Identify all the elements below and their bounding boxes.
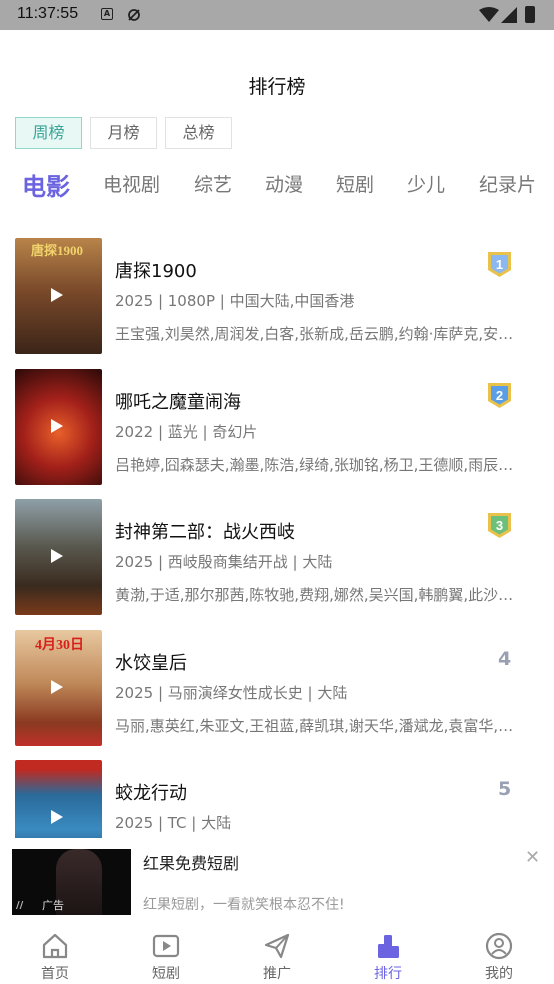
movie-title[interactable]: 唐探1900	[115, 257, 197, 283]
movie-title[interactable]: 水饺皇后	[115, 649, 187, 675]
movie-title[interactable]: 哪吒之魔童闹海	[115, 388, 241, 414]
movie-cast: 马丽,惠英红,朱亚文,王祖蓝,薛凯琪,谢天华,潘斌龙,袁富华,…	[115, 717, 514, 735]
status-bar: 11:37:55 A	[0, 0, 554, 30]
category-tab-documentary[interactable]: 纪录片	[479, 170, 536, 197]
ranking-item[interactable]: 4月30日 水饺皇后 2025 | 马丽演绎女性成长史 | 大陆 马丽,惠英红,…	[0, 630, 554, 748]
ad-banner[interactable]: // 广告 红果免费短剧 红果短剧，一看就笑根本忍不住! ✕	[0, 838, 554, 920]
movie-title[interactable]: 蛟龙行动	[115, 779, 187, 805]
movie-cast: 王宝强,刘昊然,周润发,白客,张新成,岳云鹏,约翰·库萨克,安…	[115, 325, 514, 343]
nav-label: 推广	[263, 966, 291, 982]
play-icon	[51, 810, 63, 824]
ranking-item[interactable]: 唐探1900 唐探1900 2025 | 1080P | 中国大陆,中国香港 王…	[0, 238, 554, 356]
page-title: 排行榜	[248, 76, 306, 98]
category-tab-movie[interactable]: 电影	[22, 167, 70, 202]
tab-all-time[interactable]: 总榜	[165, 117, 232, 149]
notification-a-icon: A	[101, 8, 113, 20]
nav-label: 短剧	[152, 966, 180, 982]
poster-text: 4月30日	[35, 638, 84, 653]
nav-item-promote[interactable]: 推广	[237, 920, 317, 984]
nav-item-home[interactable]: 首页	[15, 920, 95, 984]
profile-icon	[485, 932, 513, 960]
ranking-item[interactable]: 哪吒之魔童闹海 2022 | 蓝光 | 奇幻片 吕艳婷,囧森瑟夫,瀚墨,陈浩,绿…	[0, 369, 554, 487]
video-icon	[152, 934, 180, 958]
rank-badge-number: 3	[496, 518, 503, 533]
nav-item-profile[interactable]: 我的	[459, 920, 539, 984]
rank-number: 4	[498, 648, 512, 670]
rank-badge-silver-icon: 2	[487, 381, 512, 409]
rank-badge-bronze-icon: 3	[487, 511, 512, 539]
category-tab-variety[interactable]: 综艺	[194, 170, 232, 197]
tab-monthly[interactable]: 月榜	[90, 117, 157, 149]
movie-cast: 黄渤,于适,那尔那茜,陈牧驰,费翔,娜然,吴兴国,韩鹏翼,此沙…	[115, 586, 514, 604]
tab-weekly[interactable]: 周榜	[15, 117, 82, 149]
play-icon	[51, 680, 63, 694]
nav-item-short-drama[interactable]: 短剧	[126, 920, 206, 984]
bottom-nav: 首页 短剧 推广 排行 我的	[0, 920, 554, 984]
nav-item-ranking[interactable]: 排行	[348, 920, 428, 984]
category-tab-tv[interactable]: 电视剧	[103, 170, 160, 197]
movie-meta: 2025 | TC | 大陆	[115, 814, 232, 832]
movie-poster[interactable]	[15, 499, 102, 615]
battery-icon	[525, 6, 535, 23]
category-tab-kids[interactable]: 少儿	[407, 170, 445, 197]
movie-meta: 2025 | 西岐殷商集结开战 | 大陆	[115, 553, 333, 571]
ad-tag: 广告	[42, 899, 64, 912]
ad-description: 红果短剧，一看就笑根本忍不住!	[143, 897, 345, 913]
rank-badge-gold-icon: 1	[487, 250, 512, 278]
play-icon	[51, 549, 63, 563]
ad-thumbnail[interactable]: // 广告	[12, 849, 131, 915]
signal-icon	[501, 7, 517, 23]
ad-title[interactable]: 红果免费短剧	[143, 850, 239, 874]
status-time: 11:37:55	[17, 5, 79, 22]
movie-meta: 2025 | 1080P | 中国大陆,中国香港	[115, 292, 355, 310]
category-tab-short[interactable]: 短剧	[336, 170, 374, 197]
rank-badge-number: 2	[496, 388, 503, 403]
ranking-icon	[378, 935, 399, 958]
movie-poster[interactable]: 唐探1900	[15, 238, 102, 354]
nav-label: 排行	[374, 966, 402, 982]
ranking-item[interactable]: 封神第二部：战火西岐 2025 | 西岐殷商集结开战 | 大陆 黄渤,于适,那尔…	[0, 499, 554, 617]
nav-label: 我的	[485, 966, 513, 982]
movie-meta: 2025 | 马丽演绎女性成长史 | 大陆	[115, 684, 348, 702]
wifi-icon	[479, 7, 499, 22]
movie-poster[interactable]	[15, 369, 102, 485]
ranking-item[interactable]: 蛟龙行动 2025 | TC | 大陆 5	[0, 760, 554, 838]
nav-label: 首页	[41, 966, 69, 982]
send-icon	[264, 933, 290, 959]
movie-poster[interactable]	[15, 760, 102, 838]
category-tab-anime[interactable]: 动漫	[265, 170, 303, 197]
home-icon	[42, 933, 68, 959]
close-icon[interactable]: ✕	[525, 847, 540, 868]
movie-cast: 吕艳婷,囧森瑟夫,瀚墨,陈浩,绿绮,张珈铭,杨卫,王德顺,雨辰…	[115, 456, 514, 474]
movie-meta: 2022 | 蓝光 | 奇幻片	[115, 423, 258, 441]
ad-logo-icon: //	[16, 900, 24, 911]
play-icon	[51, 419, 63, 433]
rank-number: 5	[498, 778, 512, 800]
movie-poster[interactable]: 4月30日	[15, 630, 102, 746]
notification-icon	[128, 9, 140, 21]
poster-text: 唐探1900	[31, 243, 84, 258]
play-icon	[51, 288, 63, 302]
rank-badge-number: 1	[496, 257, 503, 272]
movie-title[interactable]: 封神第二部：战火西岐	[115, 518, 295, 544]
